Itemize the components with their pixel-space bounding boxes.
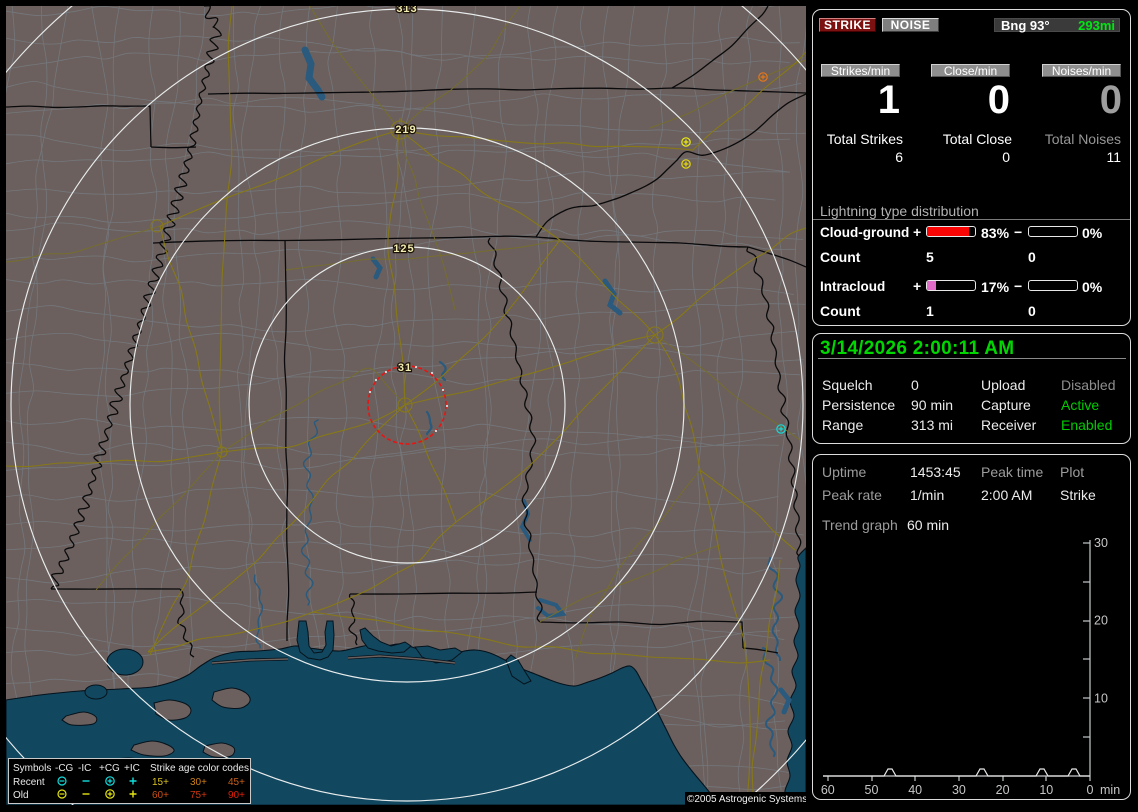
svg-text:-IC: -IC — [78, 763, 91, 774]
svg-text:60: 60 — [821, 783, 835, 797]
svg-text:-CG: -CG — [55, 763, 74, 774]
svg-text:31: 31 — [398, 362, 412, 374]
svg-text:10: 10 — [1039, 783, 1053, 797]
svg-text:313: 313 — [396, 6, 417, 15]
svg-text:Strike age color codes: Strike age color codes — [150, 763, 249, 774]
svg-text:+CG: +CG — [99, 763, 120, 774]
svg-text:75+: 75+ — [190, 790, 207, 801]
svg-text:125: 125 — [393, 243, 414, 255]
svg-text:40: 40 — [908, 783, 922, 797]
svg-text:50: 50 — [865, 783, 879, 797]
svg-text:©2005 Astrogenic Systems: ©2005 Astrogenic Systems — [687, 794, 806, 805]
svg-text:min: min — [1100, 783, 1120, 797]
svg-text:60+: 60+ — [152, 790, 169, 801]
svg-text:20: 20 — [1094, 614, 1108, 628]
svg-text:30+: 30+ — [190, 777, 207, 788]
svg-text:45+: 45+ — [228, 777, 245, 788]
svg-text:30: 30 — [952, 783, 966, 797]
svg-text:219: 219 — [395, 124, 416, 136]
svg-text:Recent: Recent — [13, 777, 45, 788]
svg-text:+IC: +IC — [124, 763, 140, 774]
svg-text:15+: 15+ — [152, 777, 169, 788]
svg-text:0: 0 — [1087, 783, 1094, 797]
svg-text:90+: 90+ — [228, 790, 245, 801]
svg-text:20: 20 — [996, 783, 1010, 797]
svg-text:10: 10 — [1094, 691, 1108, 705]
svg-text:Symbols: Symbols — [13, 763, 51, 774]
svg-text:30: 30 — [1094, 536, 1108, 550]
svg-text:Old: Old — [13, 790, 29, 801]
